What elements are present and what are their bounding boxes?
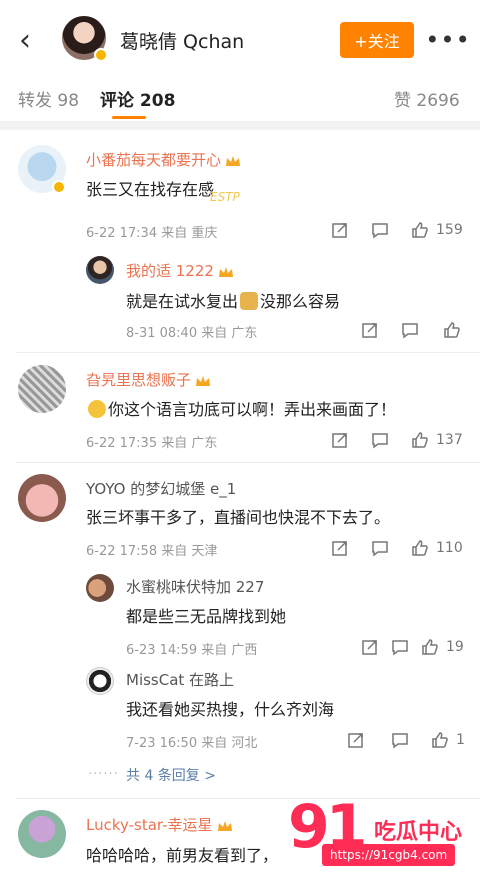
share-icon[interactable] — [330, 430, 350, 450]
reply-meta: 7-23 16:50 来自 河北 — [126, 736, 258, 751]
thumbs-up-icon — [410, 430, 430, 450]
more-icon[interactable]: ••• — [425, 26, 469, 54]
like-count: 110 — [436, 540, 463, 556]
comment-icon[interactable] — [370, 430, 390, 450]
comment-avatar[interactable] — [18, 810, 66, 858]
comment-username[interactable]: Lucky-star-幸运星 — [86, 814, 233, 835]
reply-text: 就是在试水复出 没那么容易 — [126, 292, 341, 311]
thumbs-up-icon — [410, 220, 430, 240]
comment-text: 哈哈哈哈，前男友看到了， — [86, 846, 279, 865]
divider — [16, 798, 480, 799]
like-button[interactable]: 19 — [420, 637, 464, 657]
follow-button[interactable]: +关注 — [340, 22, 414, 58]
active-tab-indicator — [112, 116, 146, 119]
crown-icon — [195, 374, 211, 388]
comment-username[interactable]: 小番茄每天都要开心 — [86, 149, 241, 170]
reply-username[interactable]: MissCat 在路上 — [126, 669, 234, 690]
page-title[interactable]: 葛晓倩 Qchan — [120, 27, 244, 54]
comment-meta: 6-22 17:58 来自 天津 — [86, 544, 218, 559]
reply-meta: 6-23 14:59 来自 广西 — [126, 643, 258, 658]
comment-text: 你这个语言功底可以啊！弄出来画面了！ — [86, 396, 396, 420]
comment-icon[interactable] — [390, 637, 410, 657]
tab-bar: 转发 98 评论 208 赞 2696 — [0, 80, 480, 122]
like-button[interactable]: 159 — [410, 220, 463, 240]
watermark-logo: 91 吃瓜中心 https://91cgb4.com — [282, 792, 480, 873]
comment-username[interactable]: YOYO 的梦幻城堡 e_1 — [86, 478, 236, 499]
tab-likes[interactable]: 赞 2696 — [394, 86, 460, 111]
share-icon[interactable] — [330, 220, 350, 240]
reply-text: 我还看她买热搜，什么齐刘海 — [126, 700, 335, 719]
doge-emoji-icon — [240, 292, 259, 310]
laugh-cry-emoji-icon — [88, 400, 106, 418]
crown-icon — [225, 154, 241, 168]
comment-icon[interactable] — [390, 730, 410, 750]
reply-username[interactable]: 我的适 1222 — [126, 260, 234, 281]
comment-meta: 6-22 17:35 来自 广东 — [86, 436, 218, 451]
divider — [16, 462, 480, 463]
comment-meta: 6-22 17:34 来自 重庆 — [86, 226, 218, 241]
watermark-url: https://91cgb4.com — [322, 844, 456, 866]
share-icon[interactable] — [360, 320, 380, 340]
comment-text: 张三坏事干多了，直播间也快混不下去了。 — [86, 508, 391, 527]
mbti-badge: ESTP — [210, 190, 240, 204]
thumbs-up-icon[interactable] — [442, 320, 462, 340]
reply-avatar[interactable] — [86, 574, 114, 602]
thumbs-up-icon — [430, 730, 450, 750]
crown-icon — [217, 819, 233, 833]
share-icon[interactable] — [360, 637, 380, 657]
like-count: 19 — [446, 639, 464, 655]
share-icon[interactable] — [330, 538, 350, 558]
back-icon[interactable]: ‹ — [10, 22, 40, 58]
tab-repost[interactable]: 转发 98 — [18, 86, 79, 111]
tab-comments[interactable]: 评论 208 — [100, 86, 175, 111]
reply-text: 都是些三无品牌找到她 — [126, 607, 287, 626]
comment-text: 张三又在找存在感 — [86, 180, 215, 199]
like-count: 159 — [436, 222, 463, 238]
reply-avatar[interactable] — [86, 256, 114, 284]
thumbs-up-icon — [420, 637, 440, 657]
more-replies-link[interactable]: 共 4 条回复 > — [126, 765, 216, 785]
reply-meta: 8-31 08:40 来自 广东 — [126, 326, 258, 341]
dotted-line: ······ — [88, 767, 119, 782]
like-button[interactable]: 110 — [410, 538, 463, 558]
comment-avatar[interactable] — [18, 365, 66, 413]
divider — [16, 352, 480, 353]
comment-avatar[interactable] — [18, 474, 66, 522]
crown-icon — [218, 265, 234, 279]
verified-badge-icon — [94, 48, 108, 62]
like-button[interactable]: 137 — [410, 430, 463, 450]
top-bar: ‹ 葛晓倩 Qchan +关注 ••• — [0, 0, 480, 80]
reply-avatar[interactable] — [86, 667, 114, 695]
like-count: 1 — [456, 732, 465, 748]
share-icon[interactable] — [346, 730, 366, 750]
comment-icon[interactable] — [370, 220, 390, 240]
watermark-text: 吃瓜中心 — [374, 820, 463, 845]
verified-badge-icon — [52, 180, 66, 194]
comment-username[interactable]: 旮旯里思想贩子 — [86, 369, 211, 390]
thumbs-up-icon — [410, 538, 430, 558]
comment-icon[interactable] — [400, 320, 420, 340]
comment-icon[interactable] — [370, 538, 390, 558]
section-separator — [0, 122, 480, 130]
like-count: 137 — [436, 432, 463, 448]
reply-username[interactable]: 水蜜桃味伏特加 227 — [126, 576, 264, 597]
like-button[interactable]: 1 — [430, 730, 465, 750]
